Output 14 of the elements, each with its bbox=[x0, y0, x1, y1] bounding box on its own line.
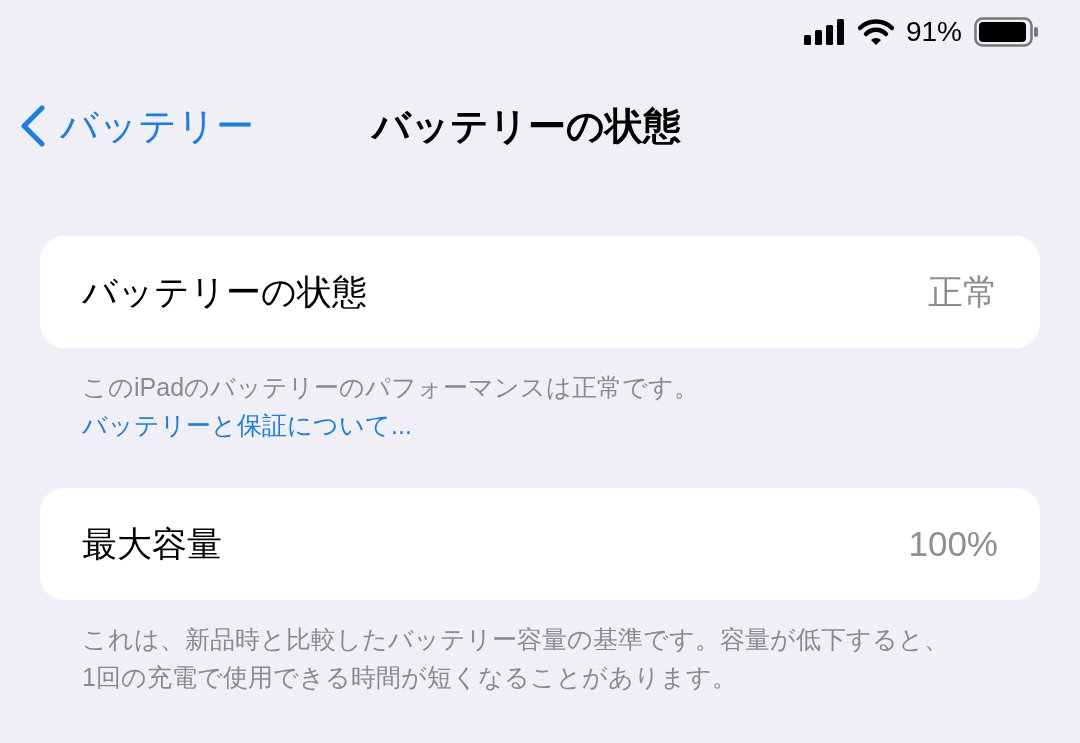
battery-icon bbox=[974, 17, 1040, 47]
back-button[interactable]: バッテリー bbox=[20, 97, 372, 155]
wifi-icon bbox=[857, 18, 894, 46]
row-label: バッテリーの状態 bbox=[82, 270, 367, 313]
row-value: 100% bbox=[908, 522, 998, 565]
battery-percentage: 91% bbox=[905, 15, 962, 49]
row-value: 正常 bbox=[928, 270, 998, 313]
footer-text: これは、新品時と比較したバッテリー容量の基準です。容量が低下すると、1回の充電で使用できる時間が短くなることがあります。 bbox=[82, 624, 950, 693]
page-title: バッテリーの状態 bbox=[372, 103, 681, 149]
battery-warranty-link[interactable]: バッテリーと保証について... bbox=[82, 411, 412, 439]
footer-text: このiPadのバッテリーのパフォーマンスは正常です。 バッテリーと保証について... bbox=[82, 372, 701, 441]
signal-icon bbox=[803, 19, 846, 45]
row-label: 最大容量 bbox=[82, 522, 222, 565]
chevron-left-icon bbox=[20, 105, 46, 147]
